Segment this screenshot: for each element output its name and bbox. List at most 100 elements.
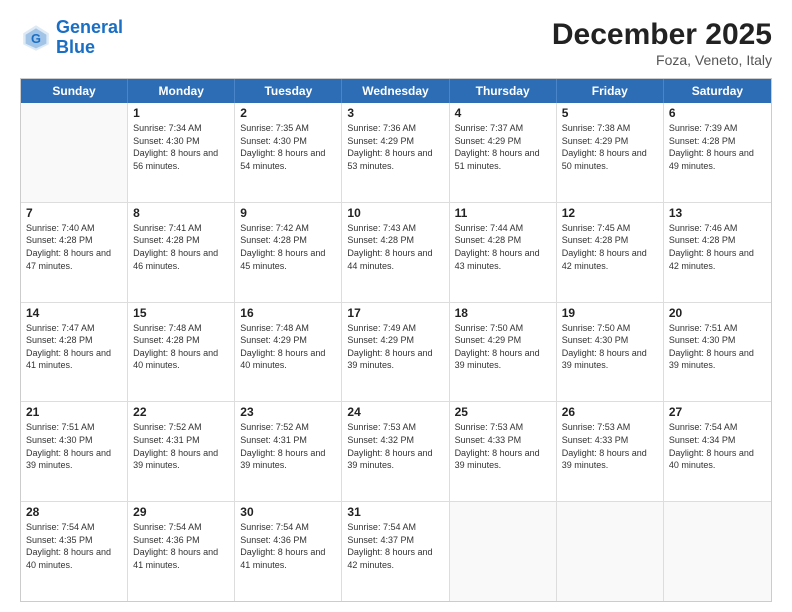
cell-info: Sunrise: 7:53 AM Sunset: 4:33 PM Dayligh…	[562, 421, 658, 471]
cell-day-number: 7	[26, 206, 122, 220]
calendar-cell: 10Sunrise: 7:43 AM Sunset: 4:28 PM Dayli…	[342, 203, 449, 302]
calendar-row: 14Sunrise: 7:47 AM Sunset: 4:28 PM Dayli…	[21, 302, 771, 402]
day-header-thursday: Thursday	[450, 79, 557, 103]
cell-info: Sunrise: 7:47 AM Sunset: 4:28 PM Dayligh…	[26, 322, 122, 372]
cell-info: Sunrise: 7:52 AM Sunset: 4:31 PM Dayligh…	[133, 421, 229, 471]
day-header-sunday: Sunday	[21, 79, 128, 103]
cell-info: Sunrise: 7:48 AM Sunset: 4:29 PM Dayligh…	[240, 322, 336, 372]
calendar-cell: 15 Sunrise: 7:48 AM Sunset: 4:28 PM Dayli…	[128, 303, 235, 402]
cell-day-number: 3	[347, 106, 443, 120]
cell-day-number: 23	[240, 405, 336, 419]
calendar-cell: 1Sunrise: 7:34 AM Sunset: 4:30 PM Daylig…	[128, 103, 235, 202]
calendar-cell	[664, 502, 771, 601]
cell-info: Sunrise: 7:41 AM Sunset: 4:28 PM Dayligh…	[133, 222, 229, 272]
header: G General Blue December 2025 Foza, Venet…	[20, 18, 772, 68]
cell-day-number: 20	[669, 306, 766, 320]
calendar-cell	[450, 502, 557, 601]
cell-info: Sunrise: 7:40 AM Sunset: 4:28 PM Dayligh…	[26, 222, 122, 272]
calendar-cell: 7 Sunrise: 7:40 AM Sunset: 4:28 PM Daylig…	[21, 203, 128, 302]
calendar-cell: 19Sunrise: 7:50 AM Sunset: 4:30 PM Dayli…	[557, 303, 664, 402]
cell-day-number: 4	[455, 106, 551, 120]
cell-day-number: 16	[240, 306, 336, 320]
calendar-cell: 31 Sunrise: 7:54 AM Sunset: 4:37 PM Dayli…	[342, 502, 449, 601]
cell-info: Sunrise: 7:54 AM Sunset: 4:35 PM Dayligh…	[26, 521, 122, 571]
cell-day-number: 6	[669, 106, 766, 120]
calendar: SundayMondayTuesdayWednesdayThursdayFrid…	[20, 78, 772, 602]
calendar-cell	[21, 103, 128, 202]
logo-blue: Blue	[56, 38, 123, 58]
cell-day-number: 2	[240, 106, 336, 120]
day-header-wednesday: Wednesday	[342, 79, 449, 103]
cell-day-number: 29	[133, 505, 229, 519]
cell-info: Sunrise: 7:44 AM Sunset: 4:28 PM Dayligh…	[455, 222, 551, 272]
calendar-cell: 29 Sunrise: 7:54 AM Sunset: 4:36 PM Dayli…	[128, 502, 235, 601]
svg-text:G: G	[31, 31, 41, 46]
cell-day-number: 13	[669, 206, 766, 220]
cell-info: Sunrise: 7:54 AM Sunset: 4:37 PM Dayligh…	[347, 521, 443, 571]
calendar-cell: 11 Sunrise: 7:44 AM Sunset: 4:28 PM Dayli…	[450, 203, 557, 302]
cell-info: Sunrise: 7:53 AM Sunset: 4:33 PM Dayligh…	[455, 421, 551, 471]
cell-day-number: 8	[133, 206, 229, 220]
day-header-tuesday: Tuesday	[235, 79, 342, 103]
day-header-friday: Friday	[557, 79, 664, 103]
calendar-cell: 17Sunrise: 7:49 AM Sunset: 4:29 PM Dayli…	[342, 303, 449, 402]
cell-day-number: 24	[347, 405, 443, 419]
logo-text: General Blue	[56, 18, 123, 58]
cell-day-number: 15	[133, 306, 229, 320]
cell-info: Sunrise: 7:46 AM Sunset: 4:28 PM Dayligh…	[669, 222, 766, 272]
cell-info: Sunrise: 7:54 AM Sunset: 4:34 PM Dayligh…	[669, 421, 766, 471]
cell-info: Sunrise: 7:45 AM Sunset: 4:28 PM Dayligh…	[562, 222, 658, 272]
cell-day-number: 30	[240, 505, 336, 519]
calendar-cell: 20 Sunrise: 7:51 AM Sunset: 4:30 PM Dayli…	[664, 303, 771, 402]
main-title: December 2025	[552, 18, 772, 52]
cell-info: Sunrise: 7:49 AM Sunset: 4:29 PM Dayligh…	[347, 322, 443, 372]
calendar-cell: 9Sunrise: 7:42 AM Sunset: 4:28 PM Daylig…	[235, 203, 342, 302]
calendar-cell: 14Sunrise: 7:47 AM Sunset: 4:28 PM Dayli…	[21, 303, 128, 402]
day-header-saturday: Saturday	[664, 79, 771, 103]
cell-day-number: 22	[133, 405, 229, 419]
cell-day-number: 5	[562, 106, 658, 120]
cell-info: Sunrise: 7:39 AM Sunset: 4:28 PM Dayligh…	[669, 122, 766, 172]
cell-day-number: 31	[347, 505, 443, 519]
cell-info: Sunrise: 7:50 AM Sunset: 4:30 PM Dayligh…	[562, 322, 658, 372]
cell-day-number: 27	[669, 405, 766, 419]
calendar-cell: 25Sunrise: 7:53 AM Sunset: 4:33 PM Dayli…	[450, 402, 557, 501]
cell-info: Sunrise: 7:38 AM Sunset: 4:29 PM Dayligh…	[562, 122, 658, 172]
cell-day-number: 21	[26, 405, 122, 419]
calendar-cell	[557, 502, 664, 601]
logo: G General Blue	[20, 18, 123, 58]
cell-day-number: 10	[347, 206, 443, 220]
cell-info: Sunrise: 7:37 AM Sunset: 4:29 PM Dayligh…	[455, 122, 551, 172]
calendar-cell: 24Sunrise: 7:53 AM Sunset: 4:32 PM Dayli…	[342, 402, 449, 501]
cell-info: Sunrise: 7:48 AM Sunset: 4:28 PM Dayligh…	[133, 322, 229, 372]
calendar-cell: 21 Sunrise: 7:51 AM Sunset: 4:30 PM Dayli…	[21, 402, 128, 501]
calendar-cell: 30 Sunrise: 7:54 AM Sunset: 4:36 PM Dayli…	[235, 502, 342, 601]
subtitle: Foza, Veneto, Italy	[552, 52, 772, 68]
calendar-cell: 8 Sunrise: 7:41 AM Sunset: 4:28 PM Daylig…	[128, 203, 235, 302]
cell-day-number: 26	[562, 405, 658, 419]
calendar-cell: 4 Sunrise: 7:37 AM Sunset: 4:29 PM Daylig…	[450, 103, 557, 202]
calendar-cell: 27 Sunrise: 7:54 AM Sunset: 4:34 PM Dayli…	[664, 402, 771, 501]
calendar-body: 1Sunrise: 7:34 AM Sunset: 4:30 PM Daylig…	[21, 103, 771, 601]
cell-info: Sunrise: 7:51 AM Sunset: 4:30 PM Dayligh…	[26, 421, 122, 471]
cell-info: Sunrise: 7:51 AM Sunset: 4:30 PM Dayligh…	[669, 322, 766, 372]
calendar-cell: 18Sunrise: 7:50 AM Sunset: 4:29 PM Dayli…	[450, 303, 557, 402]
calendar-cell: 16 Sunrise: 7:48 AM Sunset: 4:29 PM Dayli…	[235, 303, 342, 402]
cell-info: Sunrise: 7:36 AM Sunset: 4:29 PM Dayligh…	[347, 122, 443, 172]
calendar-cell: 5 Sunrise: 7:38 AM Sunset: 4:29 PM Daylig…	[557, 103, 664, 202]
day-header-monday: Monday	[128, 79, 235, 103]
calendar-row: 21 Sunrise: 7:51 AM Sunset: 4:30 PM Dayli…	[21, 401, 771, 501]
calendar-row: 28Sunrise: 7:54 AM Sunset: 4:35 PM Dayli…	[21, 501, 771, 601]
logo-icon: G	[20, 22, 52, 54]
calendar-cell: 23Sunrise: 7:52 AM Sunset: 4:31 PM Dayli…	[235, 402, 342, 501]
calendar-cell: 28Sunrise: 7:54 AM Sunset: 4:35 PM Dayli…	[21, 502, 128, 601]
cell-day-number: 11	[455, 206, 551, 220]
calendar-cell: 2 Sunrise: 7:35 AM Sunset: 4:30 PM Daylig…	[235, 103, 342, 202]
cell-info: Sunrise: 7:54 AM Sunset: 4:36 PM Dayligh…	[240, 521, 336, 571]
cell-info: Sunrise: 7:54 AM Sunset: 4:36 PM Dayligh…	[133, 521, 229, 571]
cell-info: Sunrise: 7:35 AM Sunset: 4:30 PM Dayligh…	[240, 122, 336, 172]
cell-info: Sunrise: 7:50 AM Sunset: 4:29 PM Dayligh…	[455, 322, 551, 372]
logo-general: General	[56, 17, 123, 37]
page: G General Blue December 2025 Foza, Venet…	[0, 0, 792, 612]
calendar-row: 7 Sunrise: 7:40 AM Sunset: 4:28 PM Daylig…	[21, 202, 771, 302]
